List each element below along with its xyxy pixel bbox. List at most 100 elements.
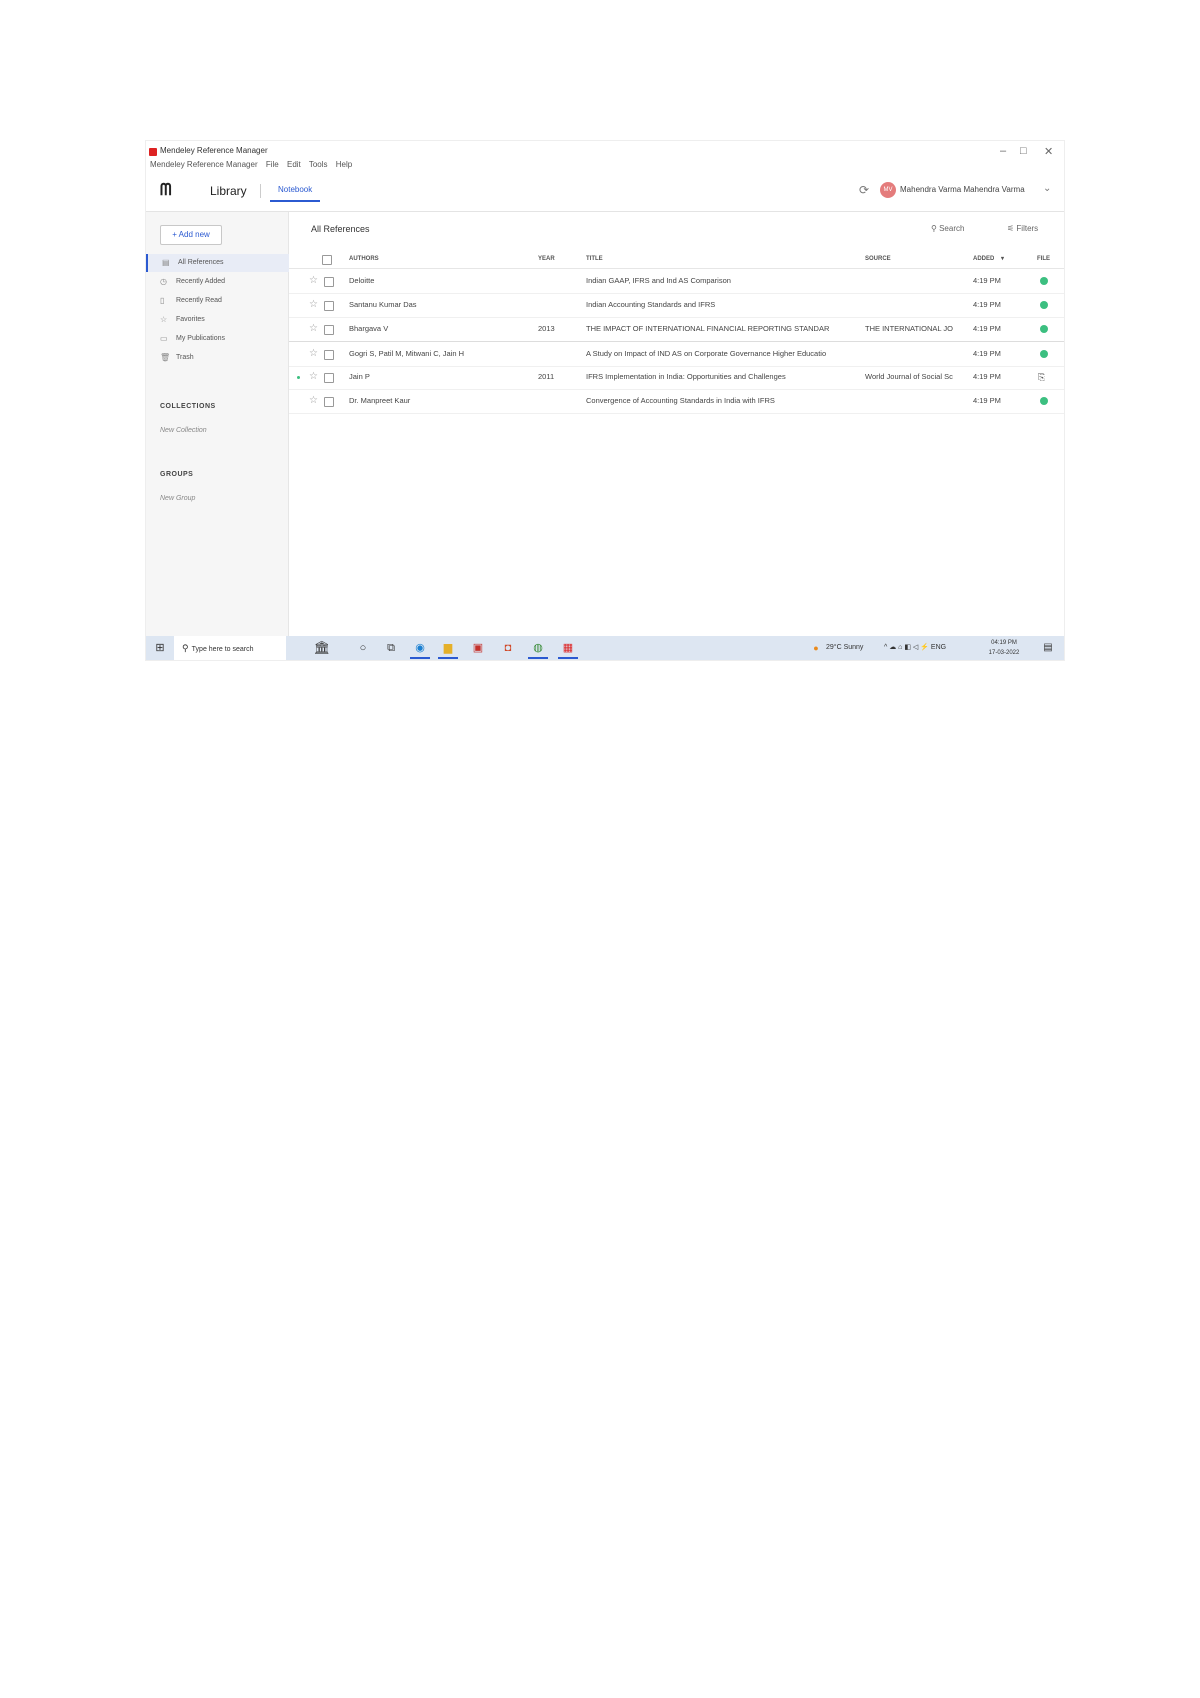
author-cell: Dr. Manpreet Kaur: [349, 396, 411, 405]
row-checkbox[interactable]: [324, 325, 334, 335]
column-title[interactable]: TITLE: [586, 250, 603, 268]
table-header: AUTHORS YEAR TITLE SOURCE ADDED ▾ FILE: [289, 250, 1064, 269]
menu-app[interactable]: Mendeley Reference Manager: [150, 160, 258, 169]
row-checkbox[interactable]: [324, 397, 334, 407]
added-cell: 4:19 PM: [973, 396, 1001, 405]
row-checkbox[interactable]: [324, 350, 334, 360]
table-row[interactable]: ☆ Jain P 2011 IFRS Implementation in India:…: [289, 365, 1064, 390]
menu-bar: Mendeley Reference Manager File Edit Too…: [150, 160, 358, 169]
add-new-button[interactable]: + Add new: [160, 225, 222, 245]
maximize-button[interactable]: □: [1020, 145, 1027, 157]
search-icon: ⚲: [182, 643, 189, 653]
screenshot-window: Mendeley Reference Manager Mendeley Refe…: [146, 141, 1064, 660]
row-checkbox[interactable]: [324, 373, 334, 383]
year-cell: 2011: [538, 372, 555, 381]
sidebar-item-label: All References: [178, 259, 224, 266]
sidebar-item-label: Recently Read: [176, 297, 222, 304]
mendeley-logo-icon: ᗰ: [160, 182, 171, 199]
added-cell: 4:19 PM: [973, 372, 1001, 381]
file-attached-icon: [1040, 325, 1048, 333]
row-checkbox[interactable]: [324, 277, 334, 287]
year-cell: 2013: [538, 324, 555, 333]
weather-text[interactable]: 29°C Sunny: [826, 636, 876, 660]
column-added[interactable]: ADDED: [973, 250, 994, 268]
task-view-icon[interactable]: ⧉: [384, 636, 398, 660]
header-divider: [260, 184, 261, 198]
sidebar-item-label: Trash: [176, 354, 194, 361]
sidebar-item-my-publications[interactable]: ▭ My Publications: [146, 330, 288, 348]
cortana-icon[interactable]: ○: [356, 636, 370, 660]
document-icon: ⎘: [1038, 372, 1046, 382]
star-icon[interactable]: ☆: [309, 293, 318, 317]
search-button[interactable]: ⚲ Search: [931, 224, 964, 233]
title-bar: Mendeley Reference Manager Mendeley Refe…: [146, 141, 1064, 173]
star-icon[interactable]: ☆: [309, 269, 318, 293]
office-icon[interactable]: ◘: [500, 636, 516, 660]
clock-date: 17-03-2022: [988, 650, 1020, 656]
notification-icon[interactable]: ▤: [1040, 636, 1056, 660]
sidebar-item-label: Favorites: [176, 316, 205, 323]
sidebar-item-recently-added[interactable]: ◷ Recently Added: [146, 273, 288, 291]
star-icon[interactable]: ☆: [309, 389, 318, 413]
table-row[interactable]: ☆ Dr. Manpreet Kaur Convergence of Account…: [289, 389, 1064, 414]
author-cell: Santanu Kumar Das: [349, 300, 417, 309]
table-row[interactable]: ☆ Gogri S, Patil M, Mitwani C, Jain H A St…: [289, 341, 1064, 367]
system-tray-icons[interactable]: ^ ☁ ⌂ ◧ ◁ ⚡ ENG: [884, 636, 980, 660]
sidebar: + Add new ▤ All References ◷ Recently Ad…: [146, 212, 290, 636]
table-row[interactable]: ☆ Bhargava V 2013 THE IMPACT OF INTERNATION…: [289, 317, 1064, 342]
filters-button[interactable]: ⚟ Filters: [1007, 224, 1038, 233]
chevron-down-icon[interactable]: ⌄: [1043, 183, 1051, 194]
menu-tools[interactable]: Tools: [309, 160, 328, 169]
table-row[interactable]: ☆ Santanu Kumar Das Indian Accounting Stan…: [289, 293, 1064, 318]
table-row[interactable]: ☆ Deloitte Indian GAAP, IFRS and Ind AS Co…: [289, 269, 1064, 294]
author-cell: Deloitte: [349, 276, 375, 285]
column-year[interactable]: YEAR: [538, 250, 555, 268]
menu-file[interactable]: File: [266, 160, 279, 169]
menu-edit[interactable]: Edit: [287, 160, 301, 169]
source-cell: World Journal of Social Sc: [865, 372, 953, 381]
windows-start-icon[interactable]: ⊞: [152, 636, 168, 660]
title-cell: IFRS Implementation in India: Opportunit…: [586, 372, 786, 381]
app-title: Mendeley Reference Manager: [160, 146, 268, 155]
column-source[interactable]: SOURCE: [865, 250, 891, 268]
references-icon: ▤: [162, 258, 170, 267]
sidebar-item-recently-read[interactable]: ▯ Recently Read: [146, 292, 288, 310]
select-all-checkbox[interactable]: [322, 255, 332, 265]
title-cell: A Study on Impact of IND AS on Corporate…: [586, 349, 827, 358]
file-attached-icon: [1040, 397, 1048, 405]
row-checkbox[interactable]: [324, 301, 334, 311]
author-cell: Jain P: [349, 372, 370, 381]
star-icon[interactable]: ☆: [309, 317, 318, 341]
column-authors[interactable]: AUTHORS: [349, 250, 379, 268]
minimize-button[interactable]: –: [1000, 145, 1006, 157]
search-icon: ⚲: [931, 224, 937, 233]
collections-heading: COLLECTIONS: [160, 403, 216, 410]
avatar[interactable]: MV: [880, 182, 896, 198]
menu-help[interactable]: Help: [336, 160, 352, 169]
sort-arrow-icon[interactable]: ▾: [1001, 250, 1004, 268]
taskbar-search[interactable]: ⚲ Type here to search: [174, 636, 286, 660]
title-cell: Indian Accounting Standards and IFRS: [586, 300, 716, 309]
taskbar: ⊞ ⚲ Type here to search 🏛 ○ ⧉ ◉ ▆ ▣ ◘ ◍ …: [146, 636, 1064, 660]
sidebar-item-favorites[interactable]: ☆ Favorites: [146, 311, 288, 329]
added-cell: 4:19 PM: [973, 349, 1001, 358]
app-header: ᗰ Library Notebook ⟳ MV Mahendra Varma M…: [146, 173, 1064, 212]
clock[interactable]: 04:19 PM 17-03-2022: [984, 636, 1024, 660]
publication-icon: ▭: [160, 334, 168, 343]
new-group-link[interactable]: New Group: [160, 495, 195, 502]
star-icon[interactable]: ☆: [309, 365, 318, 389]
added-cell: 4:19 PM: [973, 276, 1001, 285]
sidebar-item-all-references[interactable]: ▤ All References: [146, 254, 290, 272]
file-attached-icon: [1040, 350, 1048, 358]
app-icon[interactable]: ▣: [470, 636, 486, 660]
column-file[interactable]: FILE: [1037, 250, 1050, 268]
tab-notebook[interactable]: Notebook: [270, 180, 321, 202]
sidebar-item-trash[interactable]: 🗑 Trash: [146, 349, 288, 367]
close-button[interactable]: ✕: [1044, 145, 1053, 158]
star-icon[interactable]: ☆: [309, 342, 318, 366]
user-name[interactable]: Mahendra Varma Mahendra Varma: [900, 185, 1025, 194]
new-collection-link[interactable]: New Collection: [160, 427, 207, 434]
sync-icon[interactable]: ⟳: [859, 183, 869, 197]
library-label[interactable]: Library: [210, 184, 247, 198]
star-icon: ☆: [160, 315, 168, 324]
